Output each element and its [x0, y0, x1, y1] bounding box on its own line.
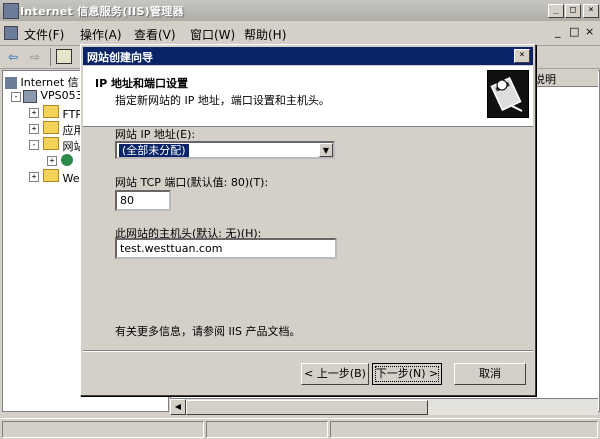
status-pane-2 [206, 421, 328, 438]
tree-item-site[interactable] [61, 153, 73, 166]
maximize-button[interactable]: □ [565, 4, 581, 18]
website-creation-wizard: 网站创建向导 × IP 地址和端口设置 指定新网站的 IP 地址，端口设置和主机… [80, 44, 536, 396]
status-pane-3 [330, 421, 598, 438]
up-folder-icon[interactable] [56, 49, 72, 64]
folder-icon [43, 105, 59, 118]
menu-file[interactable]: 文件(F) [24, 26, 64, 43]
back-arrow-icon[interactable]: ⇦ [4, 49, 22, 65]
tree-item-apppool[interactable]: 应用 [43, 121, 85, 138]
tcp-port-input[interactable]: 80 [115, 190, 171, 211]
dialog-title: 网站创建向导 [87, 51, 153, 64]
wizard-header: IP 地址和端口设置 指定新网站的 IP 地址，端口设置和主机头。 [83, 66, 533, 127]
dialog-separator [83, 350, 533, 352]
close-button[interactable]: × [583, 4, 599, 18]
horizontal-scrollbar[interactable]: ◀ [170, 398, 598, 415]
next-button[interactable]: 下一步(N) > [372, 363, 442, 385]
expand-apppool-icon[interactable]: + [29, 124, 39, 134]
column-header-label: 说明 [534, 73, 556, 86]
toolbar-separator [50, 48, 51, 66]
ip-address-label: 网站 IP 地址(E): [115, 128, 196, 141]
scroll-thumb[interactable] [186, 400, 428, 415]
scroll-left-arrow-icon[interactable]: ◀ [170, 399, 186, 415]
wizard-step-subtitle: 指定新网站的 IP 地址，端口设置和主机头。 [115, 94, 330, 107]
folder-icon [43, 137, 59, 150]
menu-window[interactable]: 窗口(W) [190, 26, 235, 43]
collapse-websites-icon[interactable]: - [29, 140, 39, 150]
wizard-globe-book-icon [487, 70, 529, 118]
server-icon [23, 89, 37, 103]
ip-address-dropdown[interactable]: (全部未分配) ▼ [115, 141, 335, 159]
child-restore-button[interactable]: □ [569, 25, 579, 38]
expand-server-icon[interactable]: - [11, 92, 21, 102]
tree-server-label: VPS053 [40, 89, 83, 102]
minimize-button[interactable]: _ [548, 4, 564, 18]
host-header-input[interactable]: test.westtuan.com [115, 238, 337, 259]
expand-site-icon[interactable]: + [47, 156, 57, 166]
folder-icon [43, 169, 59, 182]
tree-server[interactable]: VPS053 [23, 89, 83, 103]
chevron-down-icon[interactable]: ▼ [319, 143, 333, 157]
iis-app-icon [3, 3, 19, 19]
window-titlebar[interactable]: Internet 信息服务(IIS)管理器 _ □ × [0, 0, 600, 21]
menu-action[interactable]: 操作(A) [80, 26, 122, 43]
tree-root-label: Internet 信 [20, 76, 79, 89]
ip-address-selected: (全部未分配) [119, 144, 189, 157]
mmc-doc-icon[interactable] [4, 26, 18, 40]
tree-root[interactable]: Internet 信 [5, 74, 79, 90]
status-pane-1 [2, 421, 204, 438]
wizard-icon-graphic [490, 76, 523, 112]
child-close-button[interactable]: × [585, 25, 594, 38]
dialog-close-button[interactable]: × [514, 49, 530, 63]
expand-ftp-icon[interactable]: + [29, 108, 39, 118]
iis-root-icon [5, 77, 17, 89]
child-minimize-button[interactable]: _ [555, 25, 561, 38]
menu-bar: 文件(F) 操作(A) 查看(V) 窗口(W) 帮助(H) _ □ × [0, 21, 600, 46]
tree-item-websites[interactable]: 网站 [43, 137, 85, 154]
dialog-titlebar[interactable]: 网站创建向导 × [83, 47, 533, 65]
menu-view[interactable]: 查看(V) [134, 26, 176, 43]
expand-webext-icon[interactable]: + [29, 172, 39, 182]
status-bar [0, 418, 600, 439]
menu-help[interactable]: 帮助(H) [244, 26, 286, 43]
cancel-button[interactable]: 取消 [454, 363, 526, 385]
folder-icon [43, 121, 59, 134]
info-text: 有关更多信息，请参阅 IIS 产品文档。 [115, 325, 301, 338]
tree-item-ftp[interactable]: FTP [43, 105, 82, 121]
wizard-step-title: IP 地址和端口设置 [95, 77, 188, 90]
forward-arrow-icon[interactable]: ⇨ [26, 49, 44, 65]
back-button[interactable]: < 上一步(B) [301, 363, 369, 385]
tcp-port-label: 网站 TCP 端口(默认值: 80)(T): [115, 176, 269, 189]
window-title: Internet 信息服务(IIS)管理器 [20, 5, 184, 18]
globe-icon [61, 154, 73, 166]
